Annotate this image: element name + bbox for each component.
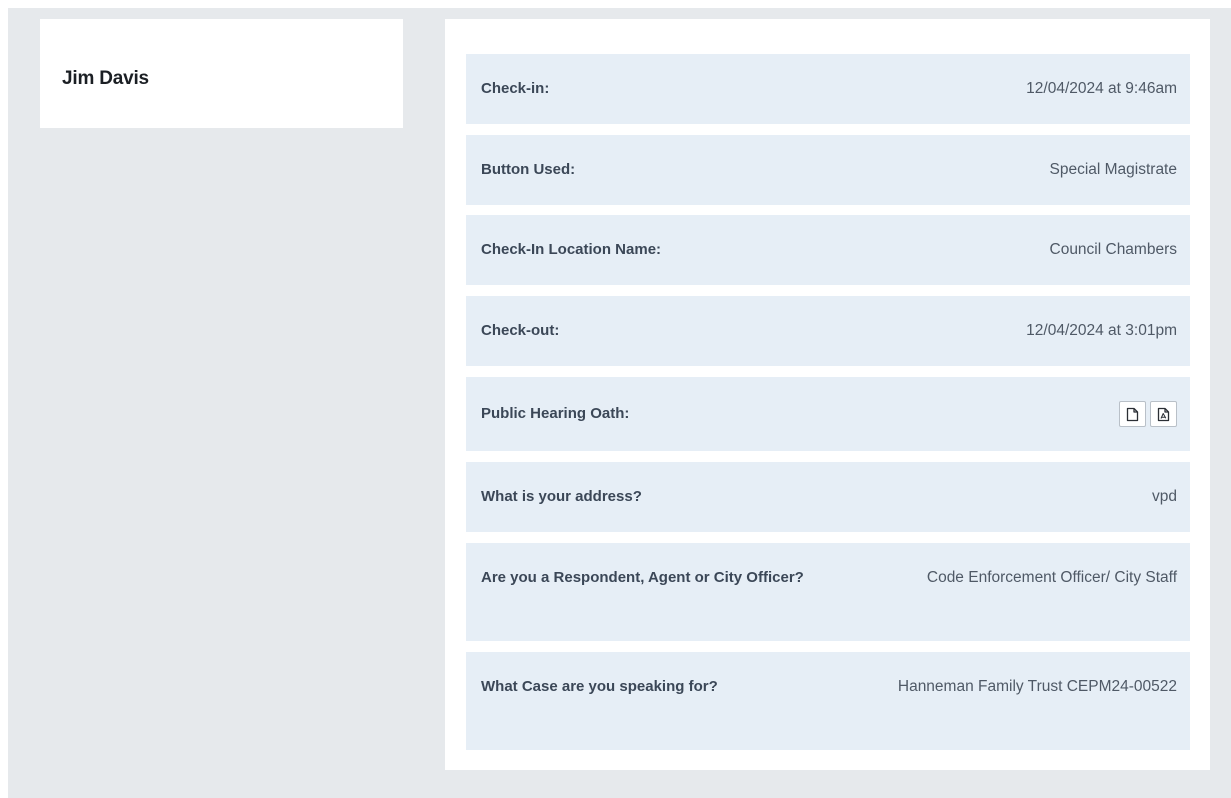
check-out-label: Check-out: [481, 322, 560, 339]
person-card: Jim Davis [40, 19, 403, 128]
detail-row-button-used: Button Used: Special Magistrate [466, 135, 1190, 205]
public-hearing-oath-label: Public Hearing Oath: [481, 405, 630, 422]
check-out-value: 12/04/2024 at 3:01pm [1026, 322, 1177, 339]
detail-row-check-in: Check-in: 12/04/2024 at 9:46am [466, 54, 1190, 124]
check-in-label: Check-in: [481, 80, 550, 97]
button-used-value: Special Magistrate [1049, 161, 1177, 178]
case-value: Hanneman Family Trust CEPM24-00522 [897, 678, 1177, 695]
address-label: What is your address? [481, 488, 642, 505]
detail-row-public-hearing-oath: Public Hearing Oath: [466, 377, 1190, 451]
oath-document-actions [1119, 401, 1177, 427]
document-icon[interactable] [1119, 401, 1146, 427]
detail-row-check-in-location: Check-In Location Name: Council Chambers [466, 215, 1190, 285]
button-used-label: Button Used: [481, 161, 576, 178]
detail-row-address: What is your address? vpd [466, 462, 1190, 532]
check-in-value: 12/04/2024 at 9:46am [1026, 80, 1177, 97]
pdf-icon[interactable] [1150, 401, 1177, 427]
address-value: vpd [1152, 488, 1177, 505]
detail-row-case: What Case are you speaking for? Hanneman… [466, 652, 1190, 750]
check-in-location-value: Council Chambers [1049, 241, 1178, 258]
person-name: Jim Davis [62, 68, 149, 89]
detail-row-check-out: Check-out: 12/04/2024 at 3:01pm [466, 296, 1190, 366]
detail-row-role: Are you a Respondent, Agent or City Offi… [466, 543, 1190, 641]
case-label: What Case are you speaking for? [481, 678, 718, 695]
role-label: Are you a Respondent, Agent or City Offi… [481, 569, 804, 586]
role-value: Code Enforcement Officer/ City Staff [926, 569, 1177, 586]
check-in-location-label: Check-In Location Name: [481, 241, 662, 258]
